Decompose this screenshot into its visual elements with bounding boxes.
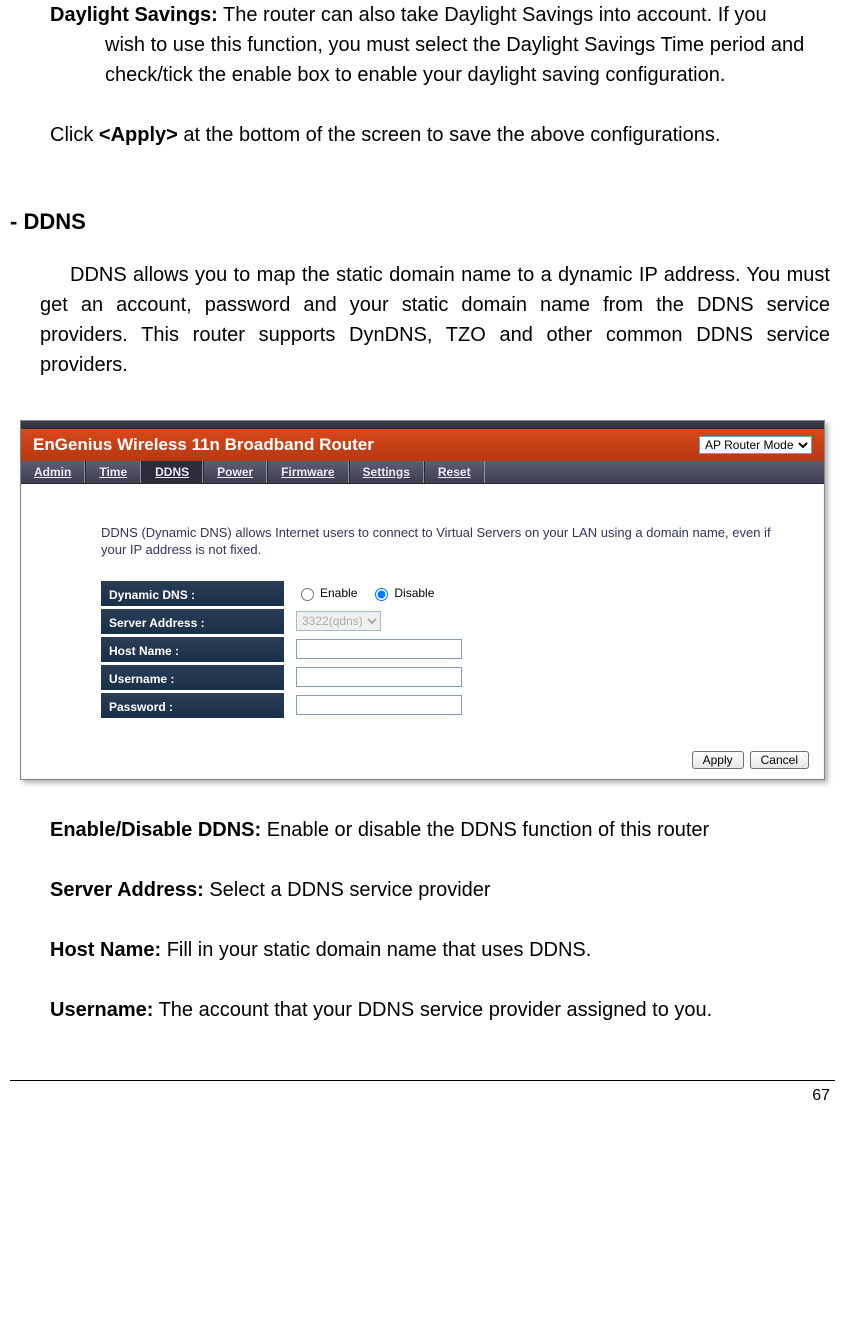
router-admin-screenshot: EnGenius Wireless 11n Broadband Router A… [20,420,825,780]
def-enable-disable-text: Enable or disable the DDNS function of t… [261,819,709,841]
tab-ddns[interactable]: DDNS [141,461,203,483]
apply-hint-paragraph: Click <Apply> at the bottom of the scree… [50,120,830,150]
def-server-address: Server Address: Select a DDNS service pr… [50,875,830,905]
page-number: 67 [10,1084,835,1108]
ddns-paragraph: DDNS allows you to map the static domain… [40,260,830,380]
password-input[interactable] [296,695,462,715]
ddns-screen-description: DDNS (Dynamic DNS) allows Internet users… [101,524,794,559]
tab-time[interactable]: Time [85,461,141,483]
footer-rule [10,1080,835,1081]
tab-settings[interactable]: Settings [349,461,424,483]
row-host-name: Host Name : [101,637,794,662]
row-password: Password : [101,693,794,718]
tab-firmware[interactable]: Firmware [267,461,348,483]
def-host-name: Host Name: Fill in your static domain na… [50,935,830,965]
def-enable-disable-label: Enable/Disable DDNS: [50,819,261,841]
def-host-name-label: Host Name: [50,939,161,961]
def-server-address-label: Server Address: [50,879,204,901]
username-input[interactable] [296,667,462,687]
mode-select[interactable]: AP Router Mode [699,436,812,454]
daylight-text-continued: wish to use this function, you must sele… [105,30,830,90]
tab-power[interactable]: Power [203,461,267,483]
daylight-label: Daylight Savings: [50,4,218,26]
radio-disable[interactable] [375,588,388,601]
def-username-label: Username: [50,999,153,1021]
def-server-address-text: Select a DDNS service provider [204,879,491,901]
tab-content: DDNS (Dynamic DNS) allows Internet users… [21,484,824,741]
top-decor-bar [21,421,824,429]
tab-reset[interactable]: Reset [424,461,485,483]
def-enable-disable: Enable/Disable DDNS: Enable or disable t… [50,815,830,845]
host-name-input[interactable] [296,639,462,659]
apply-hint-post: at the bottom of the screen to save the … [178,124,721,146]
router-title-text: EnGenius Wireless 11n Broadband Router [33,432,374,458]
apply-button[interactable]: Apply [692,751,744,769]
daylight-savings-paragraph: Daylight Savings: The router can also ta… [50,0,830,90]
def-host-name-text: Fill in your static domain name that use… [161,939,591,961]
label-password: Password : [101,693,284,718]
label-username: Username : [101,665,284,690]
button-row: Apply Cancel [21,741,824,779]
row-username: Username : [101,665,794,690]
server-address-select[interactable]: 3322(qdns) [296,611,381,631]
daylight-text-line1: The router can also take Daylight Saving… [218,4,767,26]
radio-enable-wrap[interactable]: Enable [296,584,357,602]
tab-admin[interactable]: Admin [21,461,85,483]
label-host-name: Host Name : [101,637,284,662]
def-username-text: The account that your DDNS service provi… [153,999,712,1021]
row-dynamic-dns: Dynamic DNS : Enable Disable [101,581,794,606]
radio-disable-label: Disable [394,584,434,602]
radio-enable-label: Enable [320,584,357,602]
label-dynamic-dns: Dynamic DNS : [101,581,284,606]
row-server-address: Server Address : 3322(qdns) [101,609,794,634]
router-title-bar: EnGenius Wireless 11n Broadband Router A… [21,429,824,461]
cancel-button[interactable]: Cancel [750,751,809,769]
label-server-address: Server Address : [101,609,284,634]
radio-enable[interactable] [301,588,314,601]
tab-bar: Admin Time DDNS Power Firmware Settings … [21,461,824,484]
definitions-block: Enable/Disable DDNS: Enable or disable t… [50,815,830,1025]
radio-disable-wrap[interactable]: Disable [370,584,434,602]
apply-hint-pre: Click [50,124,99,146]
def-username: Username: The account that your DDNS ser… [50,995,830,1025]
ddns-heading: - DDNS [10,205,835,238]
apply-hint-bold: <Apply> [99,124,178,146]
